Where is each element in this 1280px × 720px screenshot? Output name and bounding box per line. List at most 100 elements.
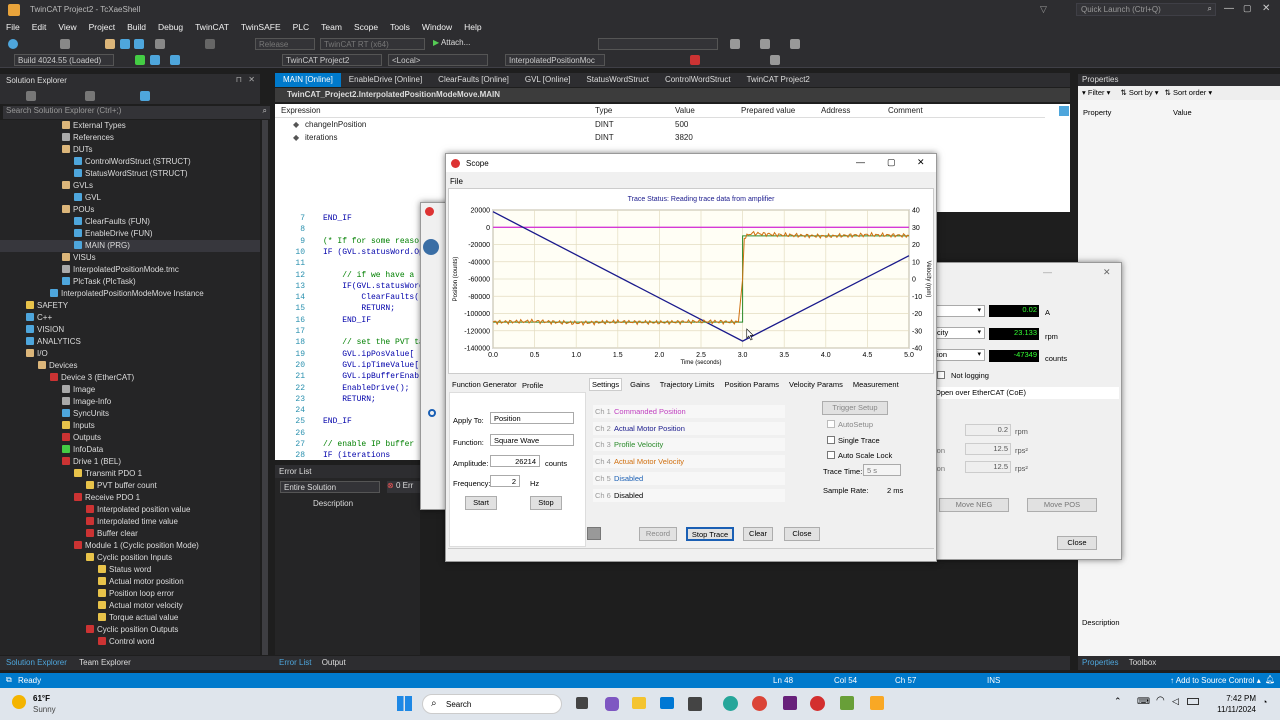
settings-tab[interactable]: Measurement bbox=[851, 379, 901, 390]
code-line[interactable]: GVL.ipBufferEnabl bbox=[323, 372, 424, 381]
settings-tab[interactable]: Gains bbox=[628, 379, 652, 390]
undo-icon[interactable] bbox=[205, 39, 215, 49]
chrome-icon[interactable] bbox=[752, 696, 767, 711]
clock-time[interactable]: 7:42 PM bbox=[1214, 694, 1256, 703]
menu-item[interactable]: TwinSAFE bbox=[235, 20, 287, 34]
auto-scale-checkbox[interactable] bbox=[827, 451, 835, 459]
start-button[interactable]: Start bbox=[465, 496, 497, 510]
tree-item[interactable]: C++ bbox=[0, 312, 260, 324]
breakpoint-icon[interactable] bbox=[770, 55, 780, 65]
tree-item[interactable]: MAIN (PRG) bbox=[0, 240, 260, 252]
settings-tab[interactable]: Position Params bbox=[722, 379, 781, 390]
tab-solution-explorer[interactable]: Solution Explorer bbox=[0, 656, 73, 669]
tree-item[interactable]: Buffer clear bbox=[0, 528, 260, 540]
code-line[interactable]: IF(GVL.statusWord bbox=[323, 282, 424, 291]
source-control-button[interactable]: ↑ Add to Source Control ▴ bbox=[1170, 676, 1261, 685]
amp-close-button[interactable]: ✕ bbox=[1103, 267, 1111, 278]
local-dropdown[interactable]: <Local> bbox=[388, 54, 488, 66]
notes-app-icon[interactable] bbox=[870, 696, 884, 710]
code-line[interactable]: EnableDrive(); bbox=[323, 384, 409, 393]
run-mode-icon[interactable] bbox=[170, 55, 180, 65]
tree-item[interactable]: EnableDrive (FUN) bbox=[0, 228, 260, 240]
amp-dropdown[interactable]: ▾ bbox=[933, 305, 985, 317]
tree-item[interactable]: ControlWordStruct (STRUCT) bbox=[0, 156, 260, 168]
tab-output[interactable]: Output bbox=[318, 656, 350, 669]
error-scope-dropdown[interactable]: Entire Solution bbox=[280, 481, 380, 493]
minimize-button[interactable]: — bbox=[1224, 3, 1234, 14]
channel-row[interactable]: Ch 6 Disabled bbox=[593, 488, 785, 502]
home-icon[interactable] bbox=[26, 91, 36, 101]
scope-minimize-button[interactable]: — bbox=[856, 157, 865, 167]
code-line[interactable]: IF (GVL.statusWord.Op bbox=[323, 248, 424, 257]
doc-tab[interactable]: ControlWordStruct bbox=[657, 73, 739, 87]
code-line[interactable]: // if we have a bbox=[323, 271, 414, 280]
channel-row[interactable]: Ch 1 Commanded Position bbox=[593, 405, 785, 418]
menu-item[interactable]: Help bbox=[458, 20, 487, 34]
code-line[interactable]: GVL.ipPosValue[ bbox=[323, 350, 414, 359]
channel-row[interactable]: Ch 2 Actual Motor Position bbox=[593, 421, 785, 435]
menu-item[interactable]: Window bbox=[416, 20, 458, 34]
menu-item[interactable]: File bbox=[0, 20, 26, 34]
code-line[interactable]: IF (iterations bbox=[323, 451, 390, 460]
clear-button[interactable]: Clear bbox=[743, 527, 773, 541]
tree-item[interactable]: ClearFaults (FUN) bbox=[0, 216, 260, 228]
tree-item[interactable]: Receive PDO 1 bbox=[0, 492, 260, 504]
clock-date[interactable]: 11/11/2024 bbox=[1207, 705, 1256, 714]
tree-item[interactable]: PlcTask (PlcTask) bbox=[0, 276, 260, 288]
menu-item[interactable]: Team bbox=[315, 20, 348, 34]
settings-icon[interactable] bbox=[730, 39, 740, 49]
tree-item[interactable]: GVLs bbox=[0, 180, 260, 192]
amp-close-dialog-button[interactable]: Close bbox=[1057, 536, 1097, 550]
param-field[interactable]: 12.5 bbox=[965, 443, 1011, 455]
code-line[interactable]: ClearFaults() bbox=[323, 293, 423, 302]
solution-search[interactable]: Search Solution Explorer (Ctrl+;) ⌕ bbox=[3, 106, 270, 119]
config-dropdown[interactable]: Release bbox=[255, 38, 315, 50]
target-dropdown[interactable]: TwinCAT RT (x64) bbox=[320, 38, 425, 50]
tab-properties[interactable]: Properties bbox=[1078, 656, 1122, 669]
channel-row[interactable]: Ch 3 Profile Velocity bbox=[593, 438, 785, 452]
tool-app-icon[interactable] bbox=[840, 696, 854, 710]
cut-icon[interactable] bbox=[155, 39, 165, 49]
new-project-icon[interactable] bbox=[60, 39, 70, 49]
back-icon[interactable] bbox=[8, 39, 18, 49]
tree-item[interactable]: References bbox=[0, 132, 260, 144]
doc-tab[interactable]: MAIN [Online] bbox=[275, 73, 341, 87]
notification-icon[interactable]: 🔔︎ bbox=[1265, 675, 1275, 684]
logging-checkbox[interactable] bbox=[937, 371, 945, 379]
tab-function-generator[interactable]: Function Generator bbox=[452, 380, 517, 389]
tree-item[interactable]: SAFETY bbox=[0, 300, 260, 312]
record-icon[interactable] bbox=[587, 527, 601, 540]
battery-icon[interactable] bbox=[1187, 698, 1199, 705]
filter-icon[interactable]: ▽ bbox=[1040, 4, 1047, 15]
tree-item[interactable]: InterpolatedPositionModeMove Instance bbox=[0, 288, 260, 300]
tree-item[interactable]: POUs bbox=[0, 204, 260, 216]
wifi-icon[interactable]: ◠ bbox=[1156, 695, 1165, 706]
tree-item[interactable]: DUTs bbox=[0, 144, 260, 156]
menu-item[interactable]: Scope bbox=[348, 20, 384, 34]
tree-item[interactable]: Devices bbox=[0, 360, 260, 372]
menu-item[interactable]: Edit bbox=[26, 20, 53, 34]
quick-launch[interactable]: Quick Launch (Ctrl+Q) ⌕ bbox=[1076, 3, 1216, 16]
tree-item[interactable]: Cyclic position Inputs bbox=[0, 552, 260, 564]
autosetup-checkbox[interactable] bbox=[827, 420, 835, 428]
tree-item[interactable]: Device 3 (EtherCAT) bbox=[0, 372, 260, 384]
code-line[interactable]: // enable IP buffer bbox=[323, 440, 414, 449]
settings-tab[interactable]: Settings bbox=[589, 378, 623, 391]
tab-team-explorer[interactable]: Team Explorer bbox=[75, 656, 135, 669]
amplitude-input[interactable]: 26214 bbox=[490, 455, 540, 467]
move-pos-button[interactable]: Move POS bbox=[1027, 498, 1097, 512]
tree-item[interactable]: Inputs bbox=[0, 420, 260, 432]
activate-config-icon[interactable] bbox=[135, 55, 145, 65]
tree-item[interactable]: Outputs bbox=[0, 432, 260, 444]
tree-item[interactable]: Actual motor velocity bbox=[0, 600, 260, 612]
mail-icon[interactable] bbox=[660, 697, 674, 709]
settings-tab[interactable]: Velocity Params bbox=[787, 379, 845, 390]
tab-error-list[interactable]: Error List bbox=[275, 656, 315, 669]
notification-bell-icon[interactable]: ◔ bbox=[1262, 697, 1267, 707]
channel-row[interactable]: Ch 5 Disabled bbox=[593, 471, 785, 485]
stop-trace-button[interactable]: Stop Trace bbox=[686, 527, 734, 541]
tray-chevron-icon[interactable]: ⌃ bbox=[1114, 696, 1122, 707]
tree-item[interactable]: Drive 1 (BEL) bbox=[0, 456, 260, 468]
search-combo[interactable] bbox=[598, 38, 718, 50]
save-all-icon[interactable] bbox=[134, 39, 144, 49]
